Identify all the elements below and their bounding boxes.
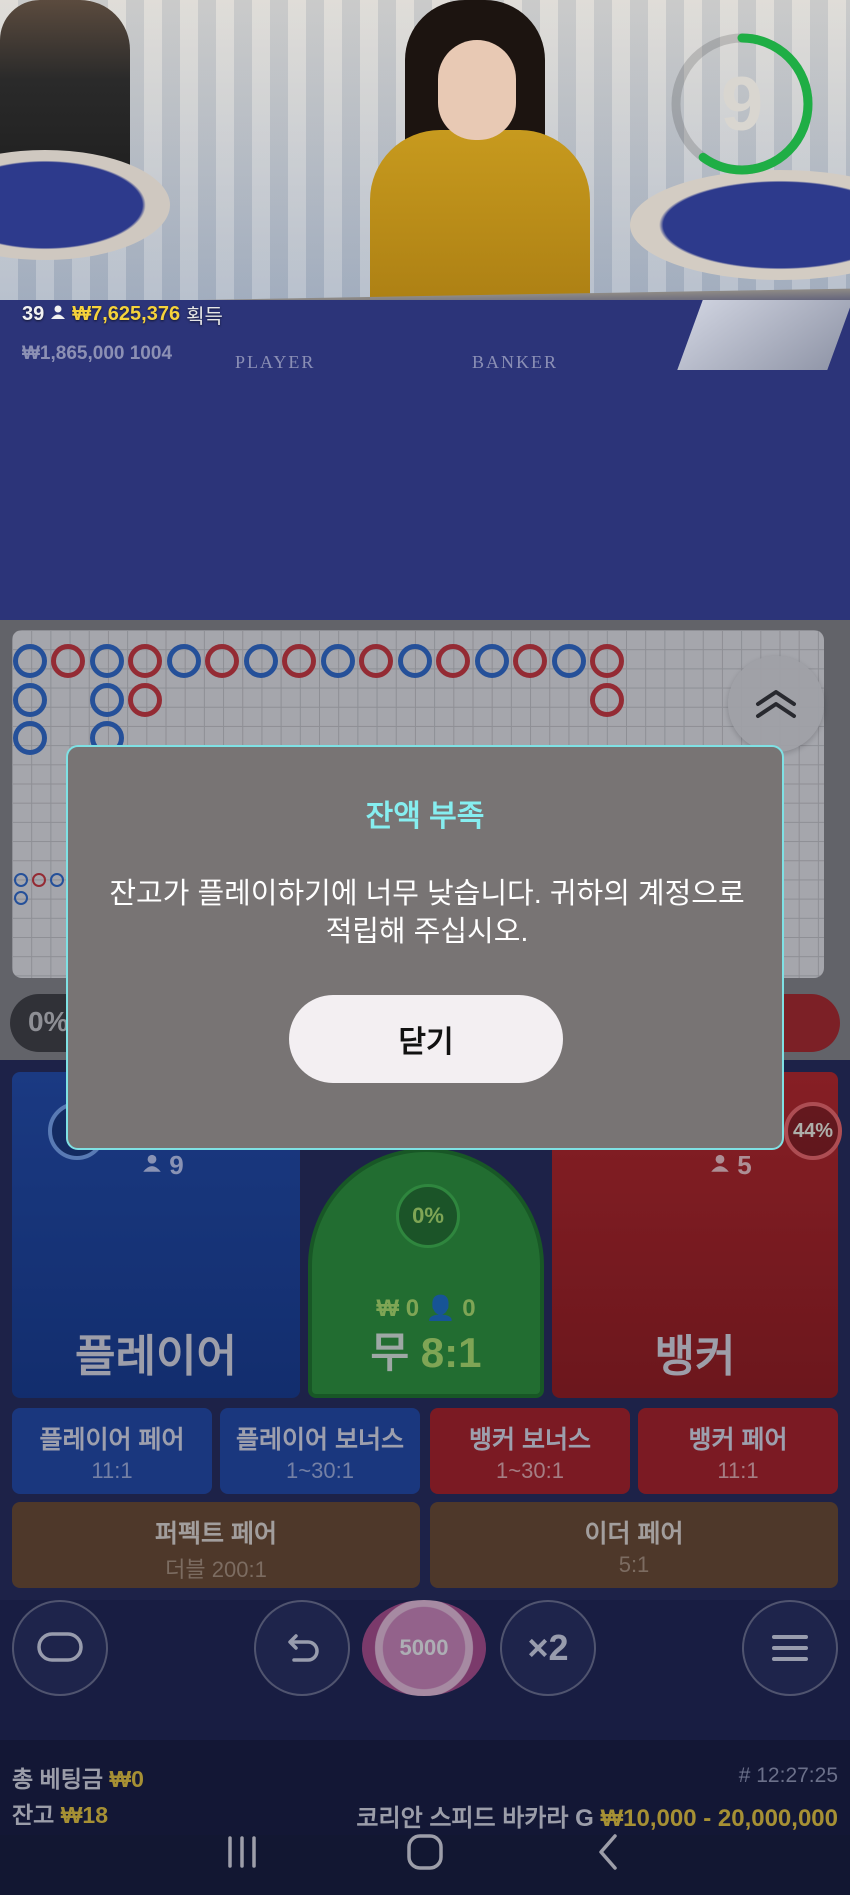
game-screen: PLAYER BANKER 39 ₩7,625,376 획득 ₩1,865,00… (0, 0, 850, 1895)
felt-banker-text: BANKER (472, 352, 559, 372)
dealer (350, 0, 610, 340)
dialog-title: 잔액 부족 (365, 800, 485, 833)
countdown-number: 9 (720, 61, 764, 147)
players-winnings: 39 ₩7,625,376 획득 (22, 300, 223, 329)
person-icon (50, 303, 66, 326)
winnings-amount: ₩7,625,376 (72, 303, 181, 325)
card-shoe (677, 300, 850, 370)
close-button[interactable]: 닫기 (289, 995, 563, 1083)
player-count: 39 (22, 303, 45, 325)
faded-stats: ₩1,865,000 1004 (22, 343, 173, 364)
winnings-label: 획득 (186, 306, 223, 328)
insufficient-balance-dialog: 잔액 부족 잔고가 플레이하기에 너무 낮습니다. 귀하의 계정으로 적립해 주… (66, 745, 784, 1150)
felt-player-text: PLAYER (235, 352, 316, 372)
live-video: PLAYER BANKER 39 ₩7,625,376 획득 ₩1,865,00… (0, 0, 850, 620)
dialog-message: 잔고가 플레이하기에 너무 낮습니다. 귀하의 계정으로 적립해 주십시오. (109, 878, 745, 948)
